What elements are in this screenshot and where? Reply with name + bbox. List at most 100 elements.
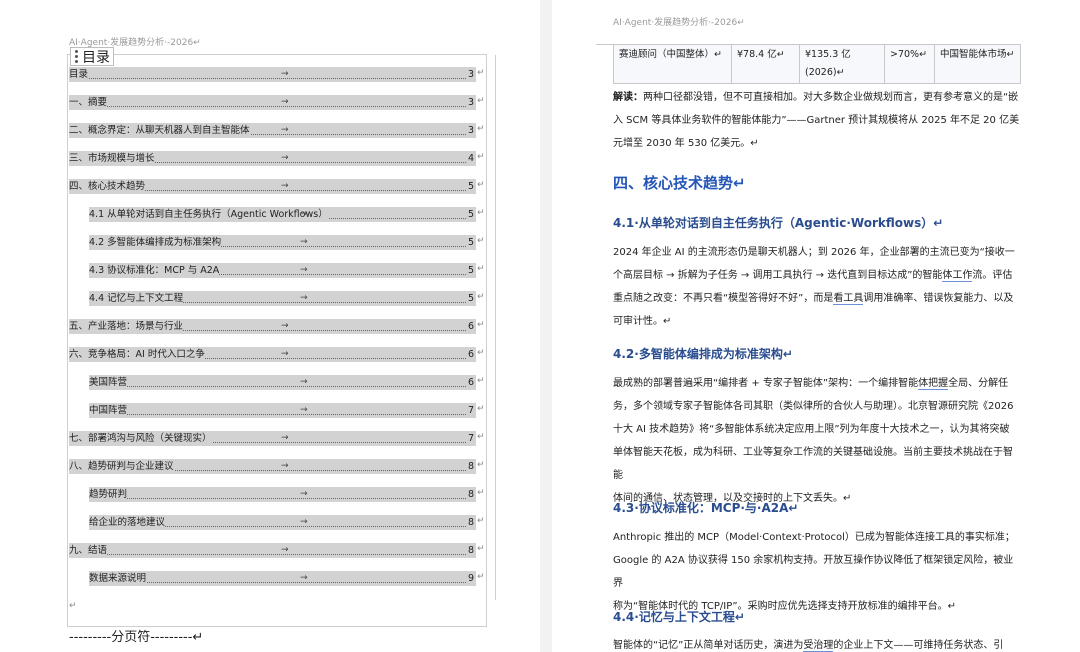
- toc-entry[interactable]: 目录 → 3: [69, 67, 476, 82]
- toc-frame: [67, 54, 496, 627]
- toc-entry-label: 美国阵营: [89, 375, 128, 390]
- table-cell[interactable]: ¥78.4 亿↵: [731, 44, 800, 84]
- toc-entry-page: 5: [467, 181, 474, 192]
- heading-4-3[interactable]: 4.3·协议标准化：MCP·与·A2A↵: [613, 499, 798, 516]
- toc-entry[interactable]: 四、核心技术趋势 → 5: [69, 179, 476, 194]
- paragraph-mark: ↵: [477, 264, 485, 274]
- drag-grip-icon[interactable]: [73, 50, 79, 64]
- toc-entry-page: 8: [467, 517, 474, 528]
- paragraph-4-2[interactable]: 最成熟的部署普遍采用“编排者 + 专家子智能体”架构：一个编排智能体把握全局、分…: [613, 372, 1021, 510]
- toc-entry-label: 二、概念界定：从聊天机器人到自主智能体: [69, 123, 250, 138]
- toc-entry-page: 5: [467, 209, 474, 220]
- section4-heading[interactable]: 四、核心技术趋势↵: [613, 172, 746, 193]
- paragraph-mark: ↵: [477, 544, 485, 554]
- toc-leader-dots: [69, 95, 466, 107]
- toc-entry-label: 七、部署鸿沟与风险（关键现实）: [69, 431, 212, 446]
- toc-entry-page: 5: [467, 293, 474, 304]
- page-break: ---------分页符---------↵: [69, 630, 204, 645]
- toc-entry[interactable]: 4.4 记忆与上下文工程 → 5: [89, 291, 476, 306]
- toc-entry[interactable]: 中国阵营 → 7: [89, 403, 476, 418]
- paragraph-mark: ↵: [477, 572, 485, 582]
- paragraph-mark: ↵: [477, 404, 485, 414]
- paragraph-mark: ↵: [477, 124, 485, 134]
- tab-arrow-icon: →: [300, 377, 308, 387]
- paragraph-mark: ↵: [477, 348, 485, 358]
- toc-entry-page: 9: [467, 573, 474, 584]
- paragraph-4-3[interactable]: Anthropic 推出的 MCP（Model·Context·Protocol…: [613, 526, 1021, 618]
- market-table: 赛迪顾问（中国整体）↵ ¥78.4 亿↵ ¥135.3 亿 (2026)↵ >70…: [613, 44, 1021, 84]
- toc-entry-label: 4.1 从单轮对话到自主任务执行（Agentic Workflows）: [89, 207, 328, 222]
- paragraph-mark: ↵: [477, 152, 485, 162]
- tab-arrow-icon: →: [281, 69, 289, 79]
- toc-entry-label: 五、产业落地：场景与行业: [69, 319, 184, 334]
- tab-arrow-icon: →: [281, 349, 289, 359]
- toc-entry-label: 趋势研判: [89, 487, 128, 502]
- toc-entry[interactable]: 七、部署鸿沟与风险（关键现实） → 7: [69, 431, 476, 446]
- toc-entry[interactable]: 三、市场规模与增长 → 4: [69, 151, 476, 166]
- toc-entry-page: 4: [467, 153, 474, 164]
- paragraph-mark: ↵: [477, 460, 485, 470]
- toc-entry[interactable]: 趋势研判 → 8: [89, 487, 476, 502]
- toc-entry-page: 3: [467, 69, 474, 80]
- table-row: 赛迪顾问（中国整体）↵ ¥78.4 亿↵ ¥135.3 亿 (2026)↵ >70…: [613, 44, 1021, 84]
- toc-handle[interactable]: 目录: [70, 47, 114, 66]
- tab-arrow-icon: →: [281, 153, 289, 163]
- interpretation-paragraph[interactable]: 解读：两种口径都没错，但不可直接相加。对大多数企业做规划而言，更有参考意义的是“…: [613, 86, 1021, 155]
- paragraph-mark: ↵: [477, 488, 485, 498]
- page-header-right: AI·Agent·发展趋势分析·-2026↵: [613, 18, 745, 28]
- toc-entry-page: 6: [467, 377, 474, 388]
- toc-entry[interactable]: 六、竞争格局：AI 时代入口之争 → 6: [69, 347, 476, 362]
- toc-entry-page: 5: [467, 237, 474, 248]
- toc-entry[interactable]: 4.1 从单轮对话到自主任务执行（Agentic Workflows） → 5: [89, 207, 476, 222]
- paragraph-mark: ↵: [477, 236, 485, 246]
- tab-arrow-icon: →: [281, 321, 289, 331]
- interpretation-label: 解读：: [613, 92, 643, 103]
- tab-arrow-icon: →: [300, 237, 308, 247]
- toc-entry-page: 8: [467, 545, 474, 556]
- toc-entry[interactable]: 4.2 多智能体编排成为标准架构 → 5: [89, 235, 476, 250]
- tab-arrow-icon: →: [300, 405, 308, 415]
- tab-arrow-icon: →: [281, 97, 289, 107]
- paragraph-mark: ↵: [477, 376, 485, 386]
- toc-entry[interactable]: 一、摘要 → 3: [69, 95, 476, 110]
- paragraph-mark: ↵: [477, 180, 485, 190]
- toc-entry[interactable]: 八、趋势研判与企业建议 → 8: [69, 459, 476, 474]
- toc-entry-label: 一、摘要: [69, 95, 108, 110]
- toc-entry-label: 四、核心技术趋势: [69, 179, 146, 194]
- paragraph-4-4[interactable]: 智能体的“记忆”正从简单对话历史，演进为受治理的企业上下文——可维持任务状态、引: [613, 634, 1021, 652]
- toc-entry[interactable]: 数据来源说明 → 9: [89, 571, 476, 586]
- toc-entry-label: 三、市场规模与增长: [69, 151, 155, 166]
- table-cell[interactable]: 赛迪顾问（中国整体）↵: [613, 44, 732, 84]
- toc-entry-label: 九、结语: [69, 543, 108, 558]
- paragraph-mark: ↵: [477, 432, 485, 442]
- toc-leader-dots: [69, 543, 466, 555]
- toc-entry[interactable]: 五、产业落地：场景与行业 → 6: [69, 319, 476, 334]
- toc-entry[interactable]: 4.3 协议标准化：MCP 与 A2A → 5: [89, 263, 476, 278]
- tab-arrow-icon: →: [281, 125, 289, 135]
- paragraph-mark: ↵: [477, 96, 485, 106]
- toc-entry-label: 六、竞争格局：AI 时代入口之争: [69, 347, 205, 362]
- page-gap: [540, 0, 552, 652]
- paragraph-mark: ↵: [477, 68, 485, 78]
- toc-entry[interactable]: 给企业的落地建议 → 8: [89, 515, 476, 530]
- toc-entry[interactable]: 美国阵营 → 6: [89, 375, 476, 390]
- toc-entry-label: 4.4 记忆与上下文工程: [89, 291, 184, 306]
- tab-arrow-icon: →: [281, 181, 289, 191]
- heading-4-1[interactable]: 4.1·从单轮对话到自主任务执行（Agentic·Workflows）↵: [613, 214, 943, 231]
- toc-entry[interactable]: 二、概念界定：从聊天机器人到自主智能体 → 3: [69, 123, 476, 138]
- tab-arrow-icon: →: [300, 517, 308, 527]
- toc-entry-page: 7: [467, 433, 474, 444]
- heading-4-4[interactable]: 4.4·记忆与上下文工程↵: [613, 608, 745, 625]
- paragraph-mark: ↵: [477, 320, 485, 330]
- toc-entry-label: 中国阵营: [89, 403, 128, 418]
- table-cell[interactable]: >70%↵: [884, 44, 935, 84]
- toc-entry-label: 数据来源说明: [89, 571, 147, 586]
- table-cell[interactable]: 中国智能体市场↵: [934, 44, 1021, 84]
- heading-4-2[interactable]: 4.2·多智能体编排成为标准架构↵: [613, 345, 793, 362]
- paragraph-4-1[interactable]: 2024 年企业 AI 的主流形态仍是聊天机器人；到 2026 年，企业部署的主…: [613, 241, 1021, 333]
- table-cell[interactable]: ¥135.3 亿 (2026)↵: [799, 44, 885, 84]
- toc-entry[interactable]: 九、结语 → 8: [69, 543, 476, 558]
- toc-leader-dots: [69, 67, 466, 79]
- toc-entry-label: 八、趋势研判与企业建议: [69, 459, 174, 474]
- tab-arrow-icon: →: [300, 489, 308, 499]
